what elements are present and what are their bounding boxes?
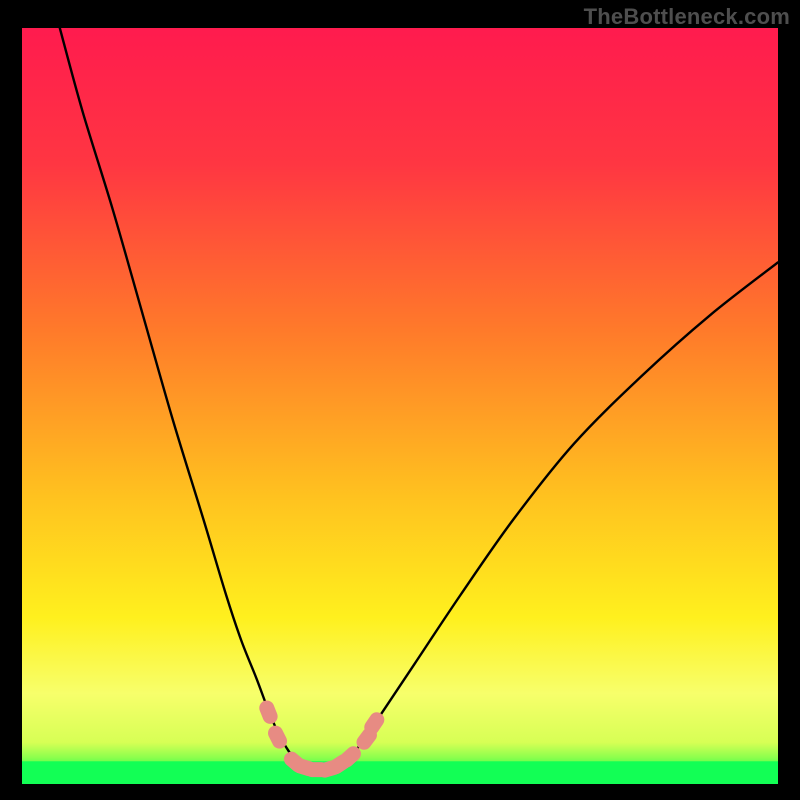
gradient-background — [22, 28, 778, 784]
chart-svg — [22, 28, 778, 784]
green-band — [22, 761, 778, 784]
chart-stage: TheBottleneck.com — [0, 0, 800, 800]
plot-inner — [22, 28, 778, 784]
watermark-label: TheBottleneck.com — [584, 4, 790, 30]
plot-area — [22, 28, 778, 784]
